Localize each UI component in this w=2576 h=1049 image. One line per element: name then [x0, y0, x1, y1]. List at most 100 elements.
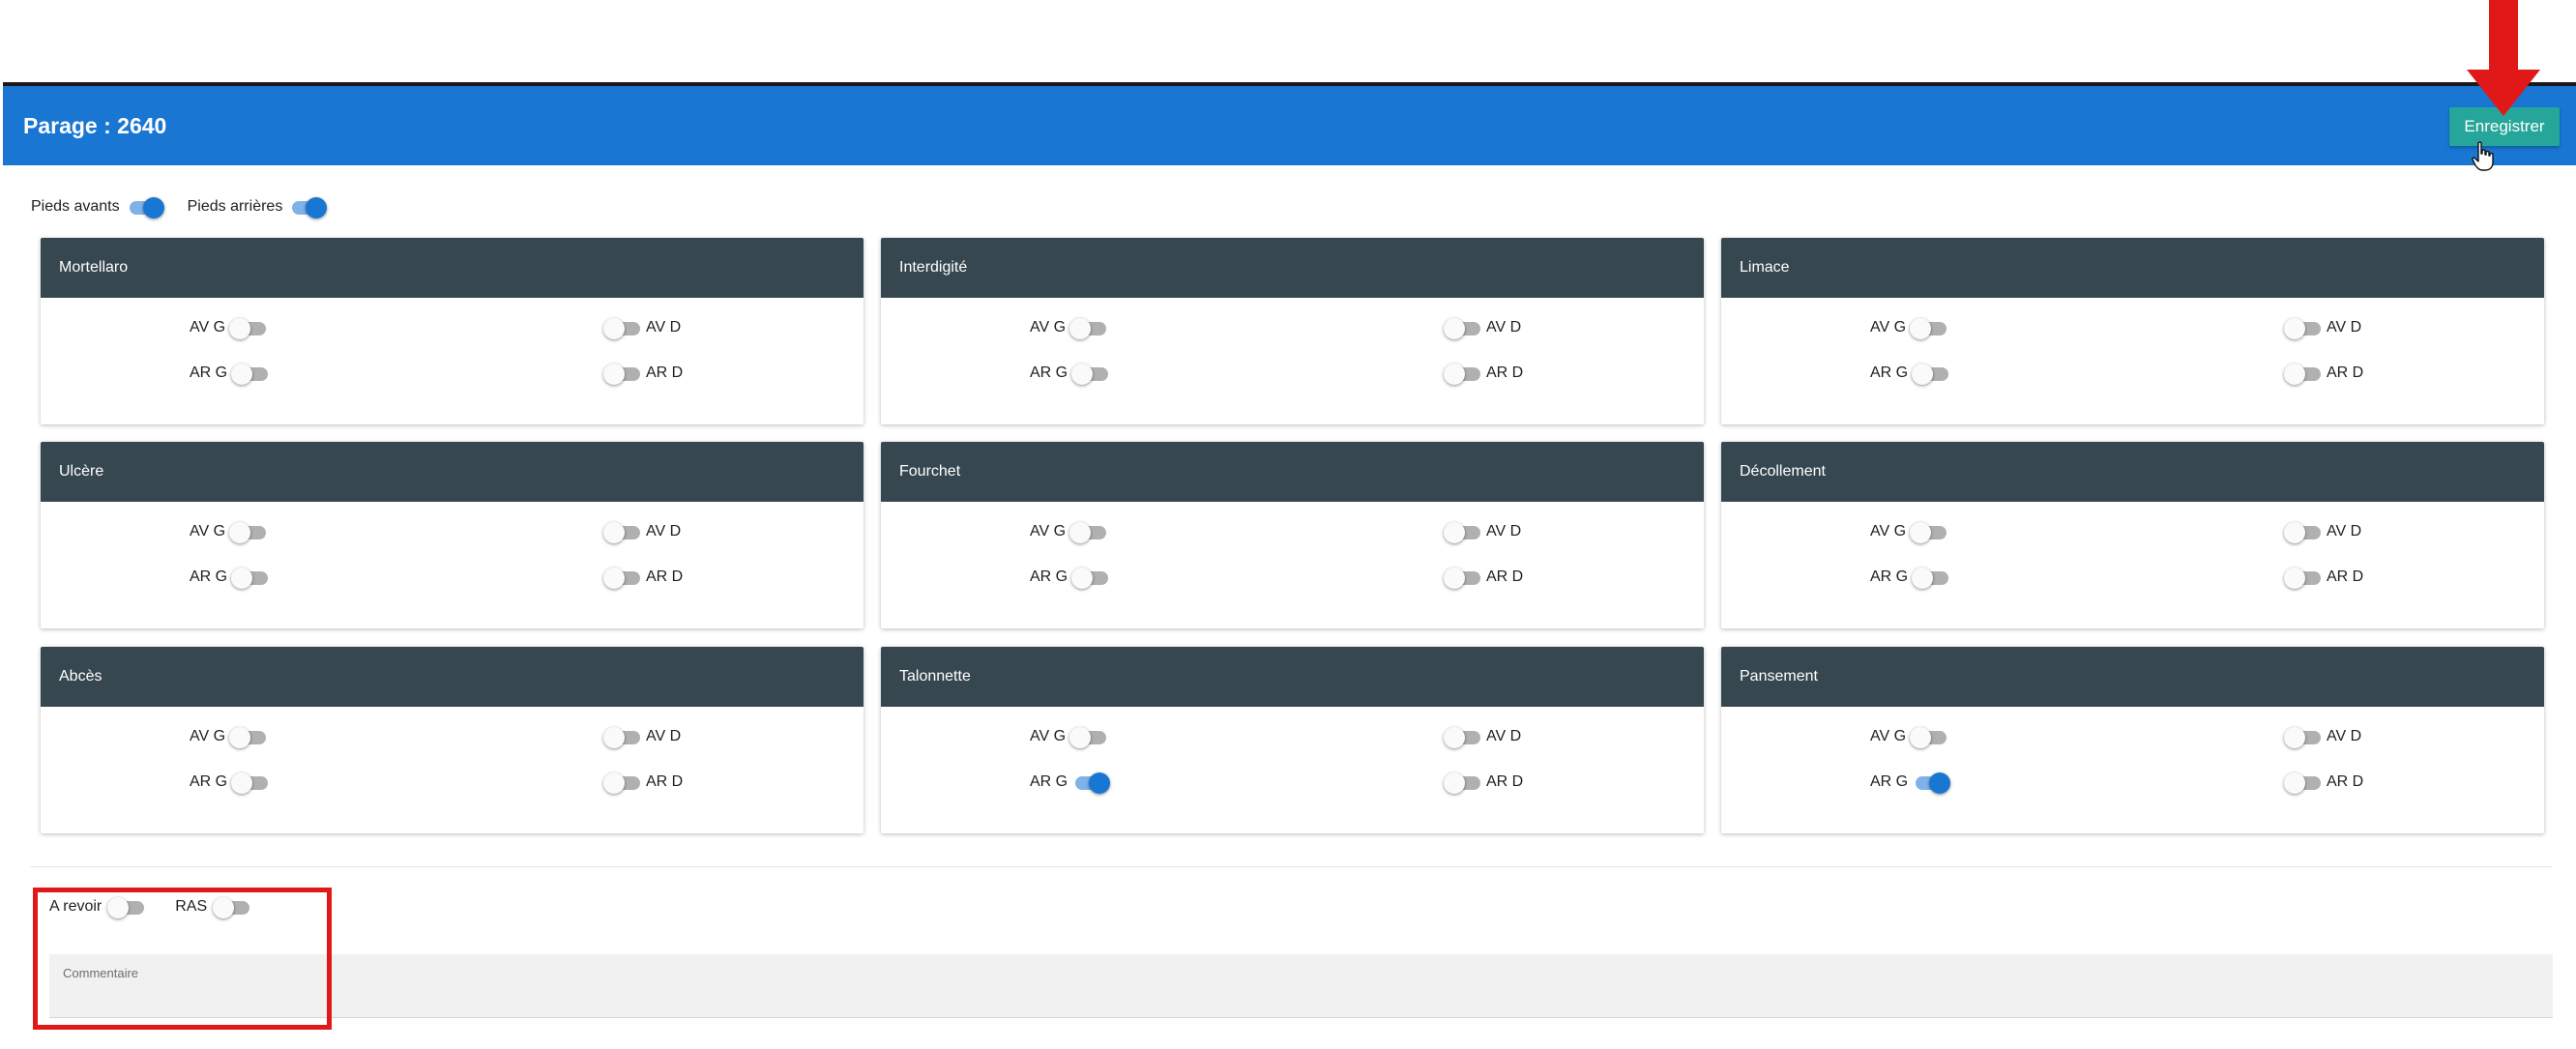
position-label: AV G [1030, 728, 1067, 744]
position-switch[interactable] [1071, 565, 1110, 590]
position-switch[interactable] [2284, 519, 2323, 544]
lesion-card: Ulcère AV G AR G AV D AR D [41, 442, 864, 628]
position-label: AR G [190, 364, 228, 381]
position-switch[interactable] [1444, 724, 1482, 749]
position-label: AR G [1030, 364, 1068, 381]
position-toggle-ar-d: AR D [603, 565, 687, 590]
position-label: AR D [646, 364, 684, 381]
lesion-card-title: Talonnette [881, 647, 1704, 707]
position-switch[interactable] [1444, 770, 1482, 795]
position-label: AV D [2327, 523, 2362, 539]
position-toggle-av-g: AV G [1026, 315, 1108, 340]
position-toggle-av-d: AV D [603, 315, 685, 340]
position-label: AV D [646, 728, 682, 744]
position-toggle-ar-d: AR D [1444, 565, 1527, 590]
lesion-card-title: Limace [1721, 238, 2544, 298]
lesion-card: Abcès AV G AR G AV D AR D [41, 647, 864, 833]
feet-rear-switch[interactable] [288, 194, 328, 219]
position-switch[interactable] [603, 770, 642, 795]
lesion-card-title: Abcès [41, 647, 864, 707]
position-toggle-av-d: AV D [1444, 519, 1525, 544]
position-toggle-av-g: AV G [1026, 724, 1108, 749]
position-switch[interactable] [603, 565, 642, 590]
position-label: AV G [1870, 523, 1907, 539]
position-switch[interactable] [229, 519, 268, 544]
position-switch[interactable] [229, 315, 268, 340]
position-toggle-ar-g: AR G [186, 565, 270, 590]
position-switch[interactable] [603, 361, 642, 386]
position-toggle-ar-g: AR G [1866, 770, 1951, 795]
position-switch[interactable] [1444, 315, 1482, 340]
position-switch[interactable] [603, 724, 642, 749]
feet-rear-label: Pieds arrières [187, 198, 283, 215]
position-label: AR D [1486, 568, 1524, 585]
position-switch[interactable] [1444, 519, 1482, 544]
position-label: AV G [1870, 728, 1907, 744]
position-toggle-av-g: AV G [186, 519, 268, 544]
position-toggle-ar-d: AR D [1444, 361, 1527, 386]
position-toggle-av-g: AV G [1866, 724, 1948, 749]
position-label: AV G [190, 728, 226, 744]
position-switch[interactable] [1069, 724, 1108, 749]
position-toggle-ar-g: AR G [186, 361, 270, 386]
position-switch[interactable] [1069, 315, 1108, 340]
position-switch[interactable] [1069, 519, 1108, 544]
position-toggle-av-g: AV G [1866, 315, 1948, 340]
position-switch[interactable] [2284, 361, 2323, 386]
arrow-down-icon [2467, 0, 2540, 116]
position-toggle-av-d: AV D [1444, 315, 1525, 340]
position-label: AV G [190, 523, 226, 539]
position-label: AR G [190, 568, 228, 585]
position-switch[interactable] [2284, 315, 2323, 340]
position-switch[interactable] [2284, 770, 2323, 795]
position-switch[interactable] [1444, 361, 1482, 386]
divider [30, 866, 2552, 867]
position-switch[interactable] [229, 724, 268, 749]
position-label: AR G [1870, 568, 1909, 585]
position-switch[interactable] [1912, 361, 1950, 386]
position-toggle-av-g: AV G [1026, 519, 1108, 544]
position-switch[interactable] [1912, 770, 1951, 795]
position-switch[interactable] [1071, 770, 1111, 795]
position-switch[interactable] [2284, 724, 2323, 749]
position-switch[interactable] [231, 770, 270, 795]
position-switch[interactable] [231, 565, 270, 590]
position-toggle-ar-d: AR D [2284, 770, 2367, 795]
position-toggle-ar-g: AR G [1026, 565, 1110, 590]
position-toggle-ar-d: AR D [2284, 565, 2367, 590]
lesion-card-title: Pansement [1721, 647, 2544, 707]
lesion-card: Fourchet AV G AR G AV D AR D [881, 442, 1704, 628]
feet-front-switch[interactable] [126, 194, 164, 219]
app-window: Parage : 2640 Enregistrer Pieds avants P… [3, 82, 2576, 1049]
lesion-card-title: Ulcère [41, 442, 864, 502]
hand-pointer-icon [2472, 141, 2494, 171]
position-switch[interactable] [1071, 361, 1110, 386]
position-switch[interactable] [2284, 565, 2323, 590]
position-toggle-ar-d: AR D [603, 770, 687, 795]
position-toggle-av-g: AV G [186, 724, 268, 749]
position-switch[interactable] [1910, 315, 1948, 340]
position-toggle-av-d: AV D [603, 724, 685, 749]
lesion-card-title: Décollement [1721, 442, 2544, 502]
lesion-card: Pansement AV G AR G AV D AR D [1721, 647, 2544, 833]
lesion-card: Talonnette AV G AR G AV D AR D [881, 647, 1704, 833]
position-switch[interactable] [603, 519, 642, 544]
position-label: AV G [1870, 319, 1907, 335]
feet-front-label: Pieds avants [31, 198, 120, 215]
position-switch[interactable] [1910, 724, 1948, 749]
position-switch[interactable] [603, 315, 642, 340]
position-switch[interactable] [231, 361, 270, 386]
position-switch[interactable] [1910, 519, 1948, 544]
position-toggle-ar-g: AR G [1866, 361, 1950, 386]
position-label: AR G [1030, 773, 1068, 790]
position-label: AV D [1486, 728, 1522, 744]
position-label: AR G [1870, 364, 1909, 381]
position-toggle-av-g: AV G [1866, 519, 1948, 544]
comment-field[interactable]: Commentaire [49, 954, 2553, 1018]
page-title: Parage : 2640 [23, 113, 167, 138]
position-switch[interactable] [1912, 565, 1950, 590]
position-toggle-ar-d: AR D [2284, 361, 2367, 386]
position-switch[interactable] [1444, 565, 1482, 590]
position-label: AR G [190, 773, 228, 790]
position-toggle-ar-g: AR G [1866, 565, 1950, 590]
